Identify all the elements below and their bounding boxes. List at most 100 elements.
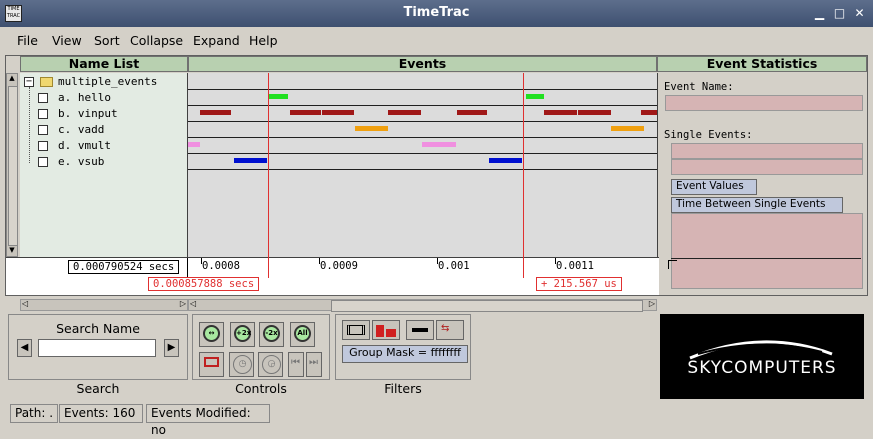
last-icon: ⏭: [309, 357, 318, 368]
status-path: Path: .: [10, 404, 58, 423]
filter-pattern-button[interactable]: ⇆: [436, 320, 464, 340]
search-next-icon[interactable]: ▶: [164, 339, 179, 357]
menu-file[interactable]: File: [17, 33, 38, 48]
event-vsub[interactable]: [234, 158, 267, 163]
clock-forward-icon: ◶: [262, 355, 281, 374]
axis-divider: [187, 258, 188, 278]
filter-range-button[interactable]: [406, 320, 434, 340]
vadd-checkbox[interactable]: [38, 125, 48, 135]
time-between-single-events-button[interactable]: Time Between Single Events: [671, 197, 843, 213]
single-events-field-1[interactable]: [671, 143, 863, 159]
menu-collapse[interactable]: Collapse: [130, 33, 183, 48]
maximize-icon[interactable]: □: [832, 6, 847, 21]
scroll-right-icon[interactable]: ▷: [180, 299, 186, 308]
event-name-field[interactable]: [665, 95, 863, 111]
event-vinput[interactable]: [388, 110, 421, 115]
mark-range-button[interactable]: [199, 352, 224, 377]
filter-histogram-button[interactable]: [372, 320, 400, 340]
event-vadd[interactable]: [355, 126, 388, 131]
menu-view[interactable]: View: [52, 33, 82, 48]
scroll-left-icon[interactable]: ◁: [22, 299, 28, 308]
skycomputers-logo: SKYCOMPUTERS: [660, 314, 864, 399]
scroll-thumb[interactable]: [8, 86, 18, 246]
event-vmult[interactable]: [188, 142, 200, 147]
menu-sort[interactable]: Sort: [94, 33, 120, 48]
filter-columns-button[interactable]: [342, 320, 370, 340]
event-name-label: Event Name:: [664, 81, 734, 93]
tree-item-label: a. hello: [58, 91, 111, 104]
menu-help[interactable]: Help: [249, 33, 278, 48]
event-vsub[interactable]: [489, 158, 522, 163]
event-vadd[interactable]: [611, 126, 644, 131]
event-vinput[interactable]: [578, 110, 611, 115]
vinput-checkbox[interactable]: [38, 109, 48, 119]
event-vinput[interactable]: [200, 110, 231, 115]
event-vinput[interactable]: [544, 110, 577, 115]
time-forward-button[interactable]: ◶: [258, 352, 283, 377]
minimize-icon[interactable]: ▁: [812, 6, 827, 21]
hello-checkbox[interactable]: [38, 93, 48, 103]
zoom-in-icon: +2x: [234, 325, 251, 342]
row-separator: [188, 169, 657, 170]
tree-item-hello[interactable]: a. hello: [20, 90, 188, 106]
event-vinput[interactable]: [641, 110, 657, 115]
time-cursor-1[interactable]: [268, 73, 269, 278]
search-input[interactable]: [38, 339, 156, 357]
name-list-scrollbar[interactable]: ▲ ▼: [6, 73, 18, 257]
event-statistics-header: Event Statistics: [657, 56, 867, 72]
close-icon[interactable]: ✕: [852, 6, 867, 21]
event-hello[interactable]: [526, 94, 544, 99]
events-hscrollbar[interactable]: ◁ ▷: [188, 299, 657, 312]
events-header: Events: [188, 56, 657, 72]
scroll-up-icon[interactable]: ▲: [7, 74, 17, 84]
cursor-time-readout: 0.000857888 secs: [148, 277, 260, 291]
tree-item-vinput[interactable]: b. vinput: [20, 106, 188, 122]
vsub-checkbox[interactable]: [38, 157, 48, 167]
tree-root[interactable]: − multiple_events: [20, 74, 188, 90]
zoom-all-icon: All: [294, 325, 311, 342]
first-button[interactable]: ⏮: [288, 352, 304, 377]
tree-item-vmult[interactable]: d. vmult: [20, 138, 188, 154]
event-vinput[interactable]: [290, 110, 321, 115]
collapse-icon[interactable]: −: [24, 77, 34, 87]
scroll-down-icon[interactable]: ▼: [7, 246, 17, 256]
event-vinput[interactable]: [457, 110, 487, 115]
single-events-label: Single Events:: [664, 129, 753, 141]
scroll-left-icon[interactable]: ◁: [190, 299, 196, 308]
event-hello[interactable]: [268, 94, 288, 99]
time-cursor-2[interactable]: [523, 73, 524, 278]
zoom-range-button[interactable]: ↔: [199, 322, 224, 347]
single-events-field-2[interactable]: [671, 159, 863, 175]
filters-group-title: Filters: [384, 381, 422, 396]
events-scroll-thumb[interactable]: [331, 300, 643, 312]
scroll-right-icon[interactable]: ▷: [649, 299, 655, 308]
events-canvas[interactable]: [188, 73, 657, 257]
menu-expand[interactable]: Expand: [193, 33, 240, 48]
tick-label: 0.0008: [202, 260, 240, 272]
tree-item-vsub[interactable]: e. vsub: [20, 154, 188, 170]
search-prev-icon[interactable]: ◀: [17, 339, 32, 357]
histogram-icon: [386, 329, 396, 337]
name-list-hscrollbar[interactable]: ◁ ▷: [20, 299, 188, 311]
controls-group-title: Controls: [235, 381, 287, 396]
search-group: Search Name ◀ ▶: [8, 314, 188, 380]
zoom-all-button[interactable]: All: [290, 322, 315, 347]
event-vmult[interactable]: [422, 142, 456, 147]
event-vinput[interactable]: [322, 110, 354, 115]
vmult-checkbox[interactable]: [38, 141, 48, 151]
statistics-plot-area[interactable]: [671, 213, 863, 289]
delta-time-readout: + 215.567 us: [536, 277, 622, 291]
folder-icon: [40, 77, 53, 87]
title-bar: TIME TRAC TimeTrac ▁ □ ✕: [0, 0, 873, 27]
zoom-in-button[interactable]: +2x: [230, 322, 255, 347]
status-modified: Events Modified: no: [146, 404, 270, 437]
time-back-button[interactable]: ◷: [229, 352, 254, 377]
range-icon: [412, 328, 428, 332]
group-mask-button[interactable]: Group Mask = ffffffff: [342, 345, 468, 363]
last-button[interactable]: ⏭: [306, 352, 322, 377]
zoom-out-button[interactable]: -2x: [259, 322, 284, 347]
event-values-button[interactable]: Event Values: [671, 179, 757, 195]
tree-item-vadd[interactable]: c. vadd: [20, 122, 188, 138]
first-icon: ⏮: [291, 357, 300, 368]
pattern-icon: ⇆: [441, 323, 450, 334]
